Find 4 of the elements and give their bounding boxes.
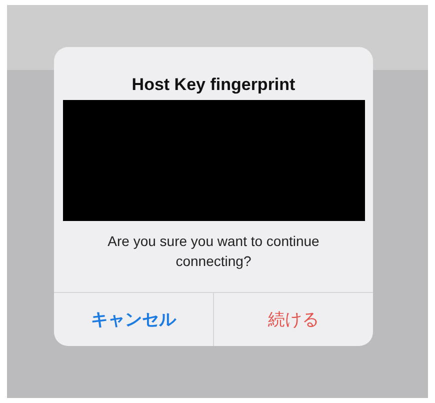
alert-message: Are you sure you want to continue connecting?	[106, 232, 320, 271]
continue-button[interactable]: 続ける	[213, 293, 373, 346]
cancel-button[interactable]: キャンセル	[54, 293, 213, 346]
alert-title: Host Key fingerprint	[132, 74, 296, 96]
